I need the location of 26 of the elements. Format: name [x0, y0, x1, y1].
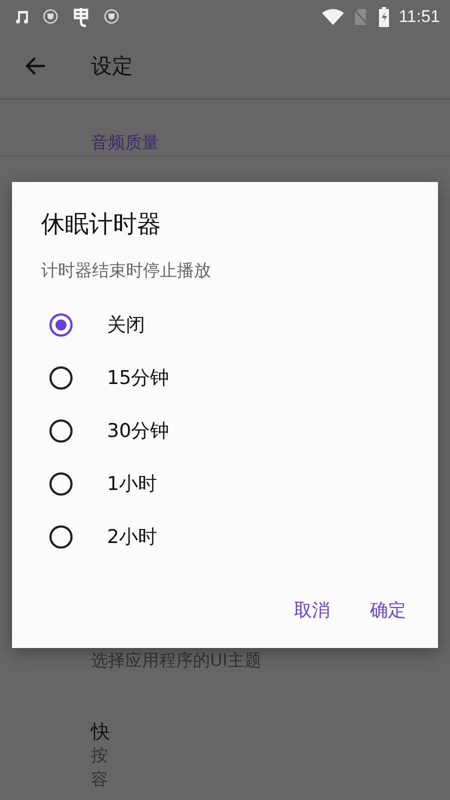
option-label: 1小时	[107, 472, 158, 496]
dialog-button[interactable]: 取消	[284, 592, 340, 628]
radio-button[interactable]	[49, 472, 73, 496]
dialog-title: 休眠计时器	[41, 209, 162, 240]
radio-button[interactable]	[49, 366, 73, 390]
radio-button[interactable]	[49, 418, 73, 442]
shield-icon	[104, 9, 119, 24]
option-label: 30分钟	[107, 418, 170, 444]
app-icon	[71, 6, 91, 26]
option-label: 2小时	[107, 524, 158, 550]
clock-time: 11:51	[398, 6, 440, 26]
option-label: 关闭	[107, 312, 145, 338]
option-label: 15分钟	[107, 366, 170, 390]
music-note-icon	[16, 8, 30, 24]
back-arrow-icon[interactable]	[24, 56, 46, 76]
wifi-icon	[322, 8, 344, 24]
no-sim-icon	[352, 8, 369, 26]
battery-charging-icon	[378, 6, 390, 26]
shield-icon	[43, 9, 58, 24]
setting-title: 快	[91, 720, 111, 744]
dialog-message: 计时器结束时停止播放	[41, 260, 212, 282]
radio-button[interactable]	[49, 312, 73, 336]
radio-button[interactable]	[49, 524, 73, 548]
dialog-button[interactable]: 确定	[360, 592, 416, 628]
category-header: 音频质量	[91, 132, 160, 154]
screen-title: 设定	[91, 52, 133, 80]
